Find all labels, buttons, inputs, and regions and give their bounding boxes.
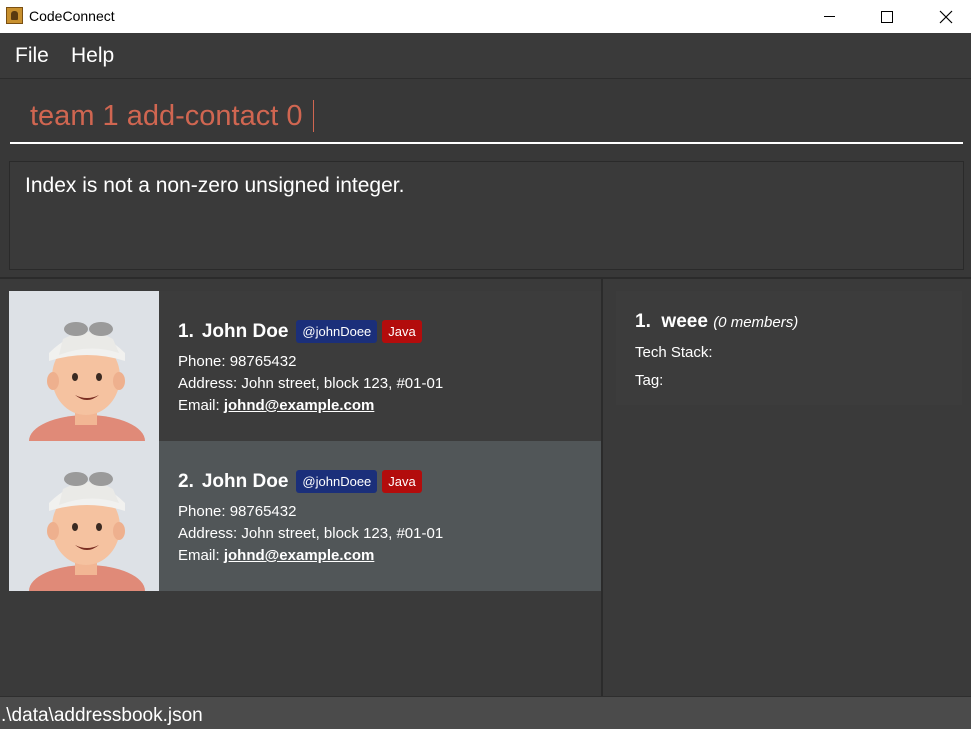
contact-name: John Doe xyxy=(201,470,289,492)
maximize-icon xyxy=(881,10,893,23)
command-input[interactable] xyxy=(10,91,963,144)
avatar xyxy=(9,291,159,441)
menu-help[interactable]: Help xyxy=(71,44,114,68)
status-bar: .\data\addressbook.json xyxy=(0,696,971,729)
contact-phone: Phone: 98765432 xyxy=(178,503,297,520)
maximize-button[interactable] xyxy=(864,0,910,33)
contact-name: John Doe xyxy=(201,320,289,342)
contact-address: Address: John street, block 123, #01-01 xyxy=(178,375,444,392)
result-display: Index is not a non-zero unsigned integer… xyxy=(9,161,964,270)
minimize-icon xyxy=(823,16,835,17)
email-link[interactable]: johnd@example.com xyxy=(224,547,375,564)
skill-tag: Java xyxy=(382,320,422,343)
team-header: 1. weee (0 members) xyxy=(635,311,798,333)
result-display-area: Index is not a non-zero unsigned integer… xyxy=(0,152,971,277)
text-caret xyxy=(313,100,314,132)
title-bar: CodeConnect xyxy=(0,0,971,33)
contact-phone: Phone: 98765432 xyxy=(178,353,297,370)
contact-details: 2. John Doe @johnDoee Java Phone: 987654… xyxy=(178,441,601,591)
contact-header: 2. John Doe @johnDoee Java xyxy=(178,470,427,493)
window-title: CodeConnect xyxy=(29,8,115,24)
email-label: Email: xyxy=(178,547,224,564)
contact-card[interactable]: 1. John Doe @johnDoee Java Phone: 987654… xyxy=(9,291,601,441)
contact-address: Address: John street, block 123, #01-01 xyxy=(178,525,444,542)
app-icon xyxy=(6,7,23,24)
contact-header: 1. John Doe @johnDoee Java xyxy=(178,320,427,343)
minimize-button[interactable] xyxy=(806,0,852,33)
team-name: weee xyxy=(661,311,708,332)
team-tech-stack: Tech Stack: xyxy=(635,344,713,361)
command-box xyxy=(0,79,971,152)
menu-bar: File Help xyxy=(0,33,971,79)
handle-tag: @johnDoee xyxy=(296,320,378,343)
avatar-image xyxy=(9,291,159,441)
team-tag: Tag: xyxy=(635,372,664,389)
contact-index: 1. xyxy=(178,320,194,342)
email-link[interactable]: johnd@example.com xyxy=(224,397,375,414)
skill-tag: Java xyxy=(382,470,422,493)
team-index: 1. xyxy=(635,311,651,332)
team-card[interactable]: 1. weee (0 members) Tech Stack: Tag: xyxy=(616,291,962,405)
horizontal-divider xyxy=(0,277,971,279)
avatar xyxy=(9,441,159,591)
contact-card-selected[interactable]: 2. John Doe @johnDoee Java Phone: 987654… xyxy=(9,441,601,591)
team-member-count: (0 members) xyxy=(713,314,799,331)
contact-details: 1. John Doe @johnDoee Java Phone: 987654… xyxy=(178,291,601,441)
avatar-image xyxy=(9,441,159,591)
contact-index: 2. xyxy=(178,470,194,492)
contact-email-row: Email: johnd@example.com xyxy=(178,397,374,414)
split-pane-divider[interactable] xyxy=(601,279,603,696)
contact-email-row: Email: johnd@example.com xyxy=(178,547,374,564)
handle-tag: @johnDoee xyxy=(296,470,378,493)
save-location: .\data\addressbook.json xyxy=(1,705,203,726)
menu-file[interactable]: File xyxy=(15,44,49,68)
email-label: Email: xyxy=(178,397,224,414)
close-button[interactable] xyxy=(923,0,969,33)
close-icon xyxy=(939,10,953,23)
